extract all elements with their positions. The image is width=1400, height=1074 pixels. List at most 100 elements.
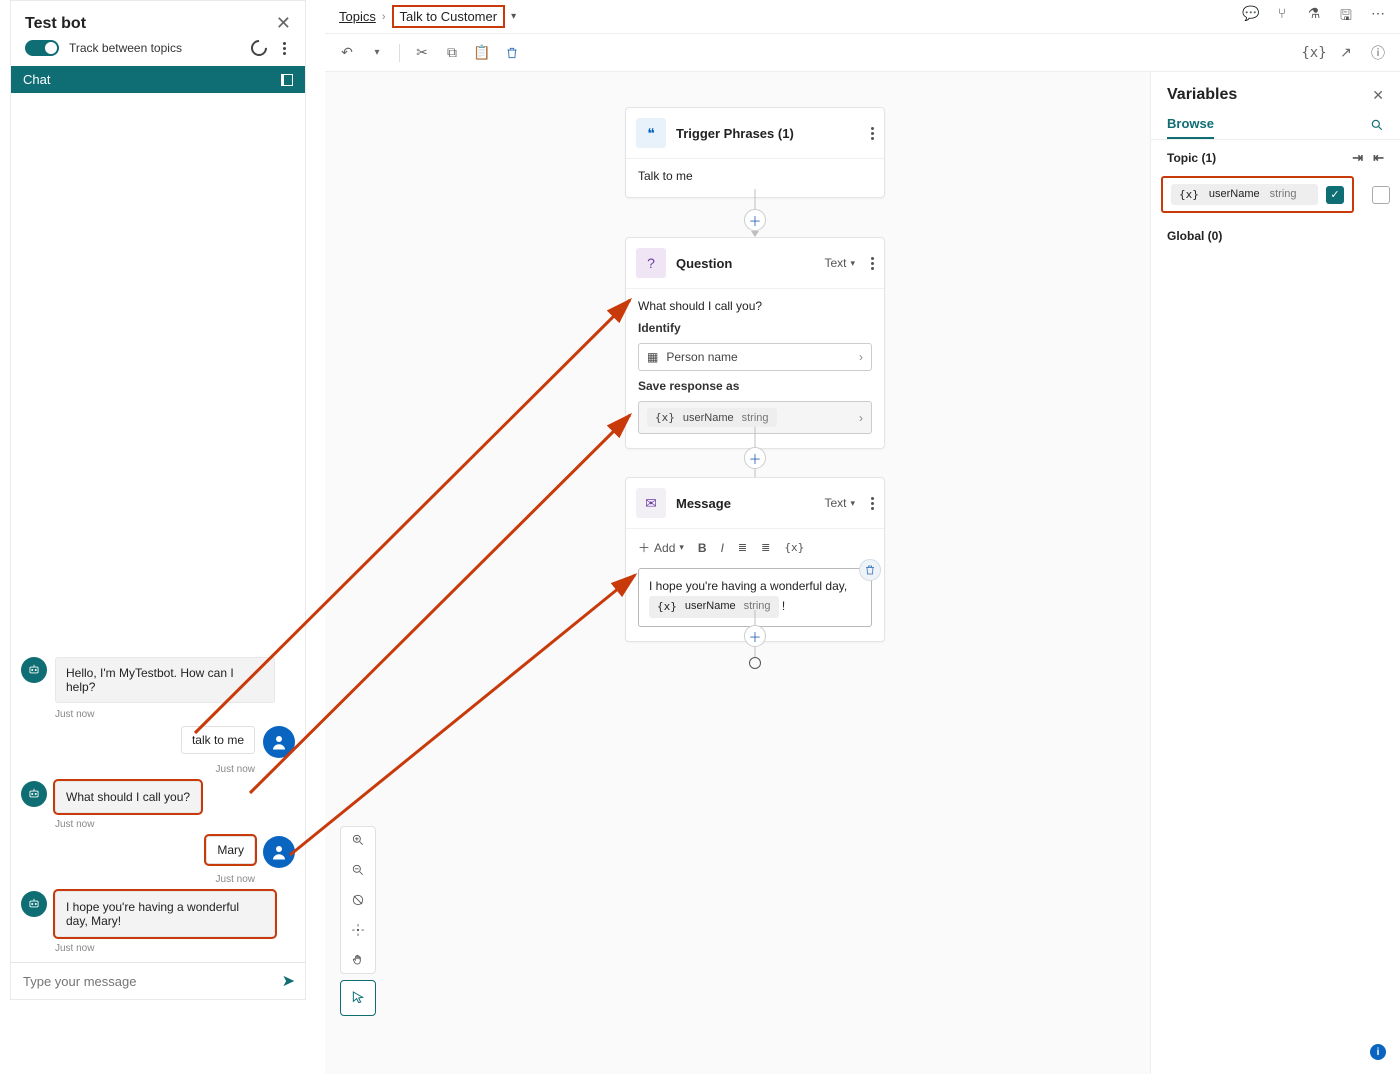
add-node-button[interactable]: ＋ (744, 625, 766, 647)
variable-icon: {x} (657, 598, 677, 616)
breadcrumb-current[interactable]: Talk to Customer (392, 5, 506, 28)
variable-row[interactable]: {x} userName string ✓ (1161, 176, 1354, 213)
close-icon[interactable]: ✕ (1372, 87, 1384, 104)
variables-icon[interactable]: {x} (1306, 45, 1322, 61)
list-button[interactable]: ≣ (738, 541, 747, 554)
message-text: I hope you're having a wonderful day, (649, 579, 847, 593)
help-icon[interactable]: i (1370, 1044, 1386, 1060)
bot-avatar-icon (21, 891, 47, 917)
close-icon[interactable]: ✕ (276, 13, 291, 34)
node-menu-icon[interactable] (871, 257, 874, 270)
cut-button[interactable]: ✂ (414, 45, 430, 61)
message-input[interactable] (21, 973, 274, 990)
undo-button[interactable]: ↶ (339, 45, 355, 61)
more-icon[interactable]: ⋯ (1370, 5, 1386, 29)
send-icon[interactable]: ➤ (282, 971, 295, 991)
browse-tab[interactable]: Browse (1167, 116, 1214, 139)
trigger-node[interactable]: ❝ Trigger Phrases (1) Talk to me (625, 107, 885, 198)
chat-input-row: ➤ (11, 962, 305, 999)
timestamp: Just now (55, 819, 295, 830)
bot-row: I hope you're having a wonderful day, Ma… (21, 891, 295, 937)
user-row: Mary (21, 836, 295, 868)
identify-field[interactable]: ▦Person name › (638, 343, 872, 371)
paste-button[interactable]: 📋 (474, 45, 490, 61)
track-label: Track between topics (69, 41, 241, 55)
topic-label: Topic (1) (1167, 151, 1216, 165)
bold-button[interactable]: B (698, 541, 707, 555)
header-actions: 💬 ⑂ ⚗ 🖫 ⋯ (1242, 5, 1386, 29)
pan-button[interactable] (351, 953, 365, 967)
variable-type: string (744, 598, 771, 616)
user-avatar-icon (263, 726, 295, 758)
chat-area: Hello, I'm MyTestbot. How can I help? Ju… (11, 93, 305, 962)
node-menu-icon[interactable] (871, 127, 874, 140)
message-format-toolbar: ＋ Add ▾ B I ≣ ≣ {x} (638, 539, 872, 560)
undo-caret[interactable]: ▾ (369, 45, 385, 61)
variable-type: string (1270, 188, 1297, 201)
italic-button[interactable]: I (721, 541, 724, 555)
beaker-icon[interactable]: ⚗ (1306, 5, 1322, 29)
comment-icon[interactable]: 💬 (1242, 5, 1258, 29)
chat-tab-label: Chat (23, 72, 50, 87)
search-icon[interactable] (1370, 118, 1384, 137)
topic-section: Topic (1) ⇥ ⇤ (1151, 140, 1400, 176)
zoom-in-button[interactable] (351, 833, 365, 847)
delete-button[interactable] (504, 45, 520, 61)
branch-icon[interactable]: ⑂ (1274, 5, 1290, 29)
bot-row: Hello, I'm MyTestbot. How can I help? (21, 657, 295, 703)
variable-icon: {x} (655, 411, 675, 424)
save-icon[interactable]: 🖫 (1338, 5, 1354, 29)
question-node[interactable]: ? Question Text▾ What should I call you?… (625, 237, 885, 449)
bot-avatar-icon (21, 657, 47, 683)
variable-name: userName (683, 412, 734, 424)
message-type[interactable]: Text▾ (824, 496, 855, 510)
user-message: Mary (206, 836, 255, 864)
refresh-icon[interactable] (248, 37, 271, 60)
breadcrumb-root[interactable]: Topics (339, 9, 376, 24)
numbered-list-button[interactable]: ≣ (761, 541, 770, 554)
variable-name: userName (685, 598, 736, 616)
question-type[interactable]: Text▾ (824, 256, 855, 270)
timestamp: Just now (21, 874, 255, 885)
chevron-down-icon[interactable]: ▾ (511, 11, 516, 22)
trigger-title: Trigger Phrases (1) (676, 126, 861, 141)
question-prompt: What should I call you? (638, 299, 872, 313)
import-icon[interactable]: ⇥ (1352, 150, 1363, 166)
export-icon[interactable]: ⇤ (1373, 150, 1384, 166)
track-toggle[interactable] (25, 40, 59, 56)
zoom-controls (340, 826, 376, 974)
test-bot-options: Track between topics (11, 40, 305, 66)
more-icon[interactable] (277, 42, 291, 55)
message-suffix: ! (782, 599, 785, 613)
variable-receive-checkbox[interactable]: ✓ (1326, 186, 1344, 204)
node-menu-icon[interactable] (871, 497, 874, 510)
trigger-icon: ❝ (636, 118, 666, 148)
timestamp: Just now (21, 764, 255, 775)
bot-avatar-icon (21, 781, 47, 807)
copy-button[interactable]: ⧉ (444, 45, 460, 61)
add-node-button[interactable]: ＋ (744, 209, 766, 231)
export-icon[interactable]: ↗ (1338, 45, 1354, 61)
variable-icon: {x} (1179, 188, 1199, 201)
flag-icon[interactable] (281, 74, 293, 86)
add-element-button[interactable]: ＋ Add ▾ (638, 539, 684, 556)
add-node-button[interactable]: ＋ (744, 447, 766, 469)
variable-type: string (742, 412, 769, 424)
insert-variable-button[interactable]: {x} (784, 541, 804, 554)
entity-icon: ▦ (647, 350, 658, 364)
fit-button[interactable] (351, 893, 365, 907)
zoom-out-button[interactable] (351, 863, 365, 877)
select-tool-button[interactable] (340, 980, 376, 1016)
question-title: Question (676, 256, 814, 271)
test-bot-header: Test bot ✕ (11, 1, 305, 40)
trigger-body: Talk to me (638, 169, 872, 183)
variable-return-checkbox[interactable] (1372, 186, 1390, 204)
global-label: Global (0) (1151, 213, 1400, 259)
user-avatar-icon (263, 836, 295, 868)
chat-tab[interactable]: Chat (11, 66, 305, 93)
delete-variant-icon[interactable] (859, 559, 881, 581)
center-button[interactable] (351, 923, 365, 937)
variables-panel: Variables ✕ Browse Topic (1) ⇥⇤ {x} user… (1150, 72, 1400, 1074)
info-icon[interactable]: ⓘ (1370, 45, 1386, 61)
user-row: talk to me (21, 726, 295, 758)
